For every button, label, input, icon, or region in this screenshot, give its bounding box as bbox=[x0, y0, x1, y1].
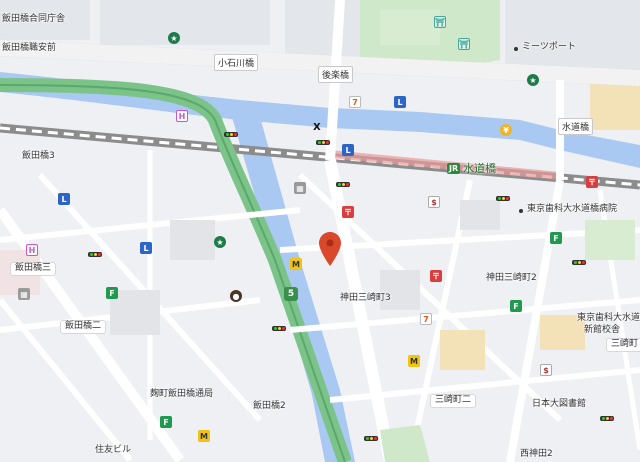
label-hospital-new2: 新館校舎 bbox=[584, 325, 621, 335]
location-pin[interactable] bbox=[319, 232, 341, 266]
traffic-signal-icon bbox=[316, 140, 330, 145]
familymart-icon[interactable]: F bbox=[160, 416, 172, 428]
traffic-signal-icon bbox=[88, 252, 102, 257]
route-shield-icon: 5 bbox=[284, 287, 298, 301]
label-iidabashi-san: 飯田橋三 bbox=[10, 262, 57, 276]
label-iidabashi-ni: 飯田橋二 bbox=[60, 320, 107, 334]
traffic-signal-icon bbox=[336, 182, 350, 187]
seven-eleven-icon[interactable]: 7 bbox=[349, 96, 361, 108]
post-office-icon[interactable]: 〒 bbox=[586, 176, 598, 188]
hospital-icon[interactable]: H bbox=[26, 244, 38, 256]
traffic-signal-icon bbox=[364, 436, 378, 441]
suidobashi-station[interactable]: JR 水道橋 bbox=[447, 160, 496, 176]
label-iidabashi-mae: 飯田橋職安前 bbox=[2, 43, 57, 53]
starbucks-icon[interactable]: ★ bbox=[214, 236, 226, 248]
building-icon[interactable]: ▦ bbox=[18, 288, 30, 300]
label-bottom-left: 住友ビル bbox=[95, 445, 132, 455]
label-nishi-kanda2: 西神田2 bbox=[520, 449, 553, 459]
seven-eleven-icon[interactable]: 7 bbox=[420, 313, 432, 325]
label-kojimachi-post: 麹町飯田橋通局 bbox=[150, 389, 214, 399]
lawson-icon[interactable]: L bbox=[342, 144, 354, 156]
map-canvas[interactable]: 飯田橋合同庁舎 飯田橋職安前 小石川橋 後楽橋 ミーツポート 水道橋 JR 水道… bbox=[0, 0, 640, 462]
familymart-icon[interactable]: F bbox=[106, 287, 118, 299]
label-suidobashi-station: 水道橋 bbox=[463, 162, 497, 175]
starbucks-icon[interactable]: ★ bbox=[527, 74, 539, 86]
ministop-icon[interactable]: M bbox=[290, 258, 302, 270]
post-office-icon[interactable]: 〒 bbox=[430, 270, 442, 282]
lawson-icon[interactable]: L bbox=[394, 96, 406, 108]
label-meets-port: ミーツポート bbox=[522, 42, 576, 52]
label-koishikawa-bridge: 小石川橋 bbox=[214, 54, 259, 71]
cafe-icon[interactable]: ● bbox=[230, 290, 242, 302]
traffic-signal-icon bbox=[272, 326, 286, 331]
label-hospital: 東京歯科大水道橋病院 bbox=[527, 204, 618, 214]
label-kanda-misaki2: 神田三崎町2 bbox=[486, 273, 537, 283]
ministop-icon[interactable]: M bbox=[408, 355, 420, 367]
bank-icon[interactable]: $ bbox=[428, 196, 440, 208]
label-misakicho2: 三崎町二 bbox=[430, 394, 477, 408]
label-iidabashi2: 飯田橋2 bbox=[253, 401, 286, 411]
traffic-signal-icon bbox=[224, 132, 238, 137]
bank-icon[interactable]: ¥ bbox=[500, 124, 512, 136]
traffic-signal-icon bbox=[572, 260, 586, 265]
bank-icon[interactable]: $ bbox=[540, 364, 552, 376]
label-suidobashi-road: 水道橋 bbox=[558, 118, 594, 135]
lawson-icon[interactable]: L bbox=[58, 193, 70, 205]
traffic-signal-icon bbox=[496, 196, 510, 201]
hospital-marker bbox=[519, 209, 523, 213]
building-icon[interactable]: ▦ bbox=[294, 182, 306, 194]
label-misakicho-right: 三崎町 bbox=[606, 338, 640, 352]
post-office-icon[interactable]: 〒 bbox=[342, 206, 354, 218]
label-kanda-misaki3: 神田三崎町3 bbox=[340, 293, 391, 303]
hospital-icon[interactable]: H bbox=[176, 110, 188, 122]
jr-logo-icon: JR bbox=[447, 162, 461, 174]
label-nihon-univ: 日本大図書館 bbox=[532, 399, 587, 409]
ministop-icon[interactable]: M bbox=[198, 430, 210, 442]
lawson-icon[interactable]: L bbox=[140, 242, 152, 254]
meets-port-marker bbox=[514, 47, 518, 51]
starbucks-icon[interactable]: ★ bbox=[168, 32, 180, 44]
traffic-signal-icon bbox=[600, 416, 614, 421]
shrine-icon[interactable]: ⛩ bbox=[458, 38, 470, 50]
label-korakubashi: 後楽橋 bbox=[318, 66, 354, 83]
label-iidabashi3: 飯田橋3 bbox=[22, 151, 55, 161]
familymart-icon[interactable]: F bbox=[510, 300, 522, 312]
label-hospital-new: 東京歯科大水道橋 bbox=[577, 313, 640, 323]
familymart-icon[interactable]: F bbox=[550, 232, 562, 244]
crossing-mark-icon: X bbox=[313, 122, 321, 133]
shrine-icon[interactable]: ⛩ bbox=[434, 16, 446, 28]
label-top-left-area: 飯田橋合同庁舎 bbox=[2, 14, 66, 24]
